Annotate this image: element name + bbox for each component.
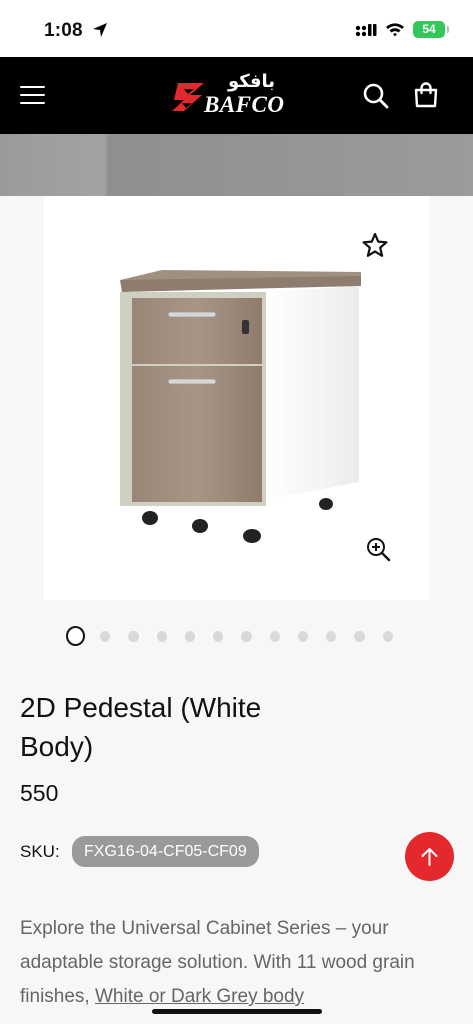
- carousel-dot[interactable]: [99, 630, 111, 642]
- wifi-icon: [386, 23, 404, 37]
- status-bar: 1:08 54: [0, 0, 473, 57]
- bafco-logo[interactable]: بافكو BAFCO: [170, 71, 300, 123]
- site-header: بافكو BAFCO: [0, 57, 473, 134]
- zoom-in-icon[interactable]: [365, 536, 391, 562]
- product-image-gallery[interactable]: [44, 196, 429, 600]
- carousel-dot[interactable]: [66, 626, 85, 646]
- carousel-dot[interactable]: [213, 630, 224, 642]
- logo-text: BAFCO: [204, 92, 285, 117]
- location-arrow-icon: [93, 23, 107, 37]
- battery-level: 54: [422, 22, 436, 36]
- carousel-dot[interactable]: [128, 630, 139, 642]
- sku-value-badge: FXG16-04-CF05-CF09: [72, 836, 259, 867]
- carousel-dot[interactable]: [354, 630, 365, 642]
- sku-label: SKU:: [20, 842, 60, 861]
- cellular-signal-icon: [355, 23, 377, 36]
- arrow-up-icon: [421, 848, 438, 866]
- product-description: Explore the Universal Cabinet Series – y…: [20, 912, 460, 1014]
- battery-icon: 54: [413, 21, 449, 38]
- wishlist-star-icon[interactable]: [362, 232, 388, 258]
- carousel-dot[interactable]: [326, 630, 337, 642]
- banner-image-strip: [0, 134, 473, 196]
- image-carousel-dots: [66, 626, 411, 646]
- carousel-dot[interactable]: [269, 630, 280, 642]
- shopping-bag-icon[interactable]: [413, 81, 439, 109]
- scroll-to-top-button[interactable]: [405, 832, 454, 881]
- product-price: 550: [20, 780, 59, 806]
- menu-button[interactable]: [20, 84, 46, 106]
- logo-arabic-text: بافكو: [228, 71, 276, 92]
- status-icons: 54: [355, 21, 449, 38]
- carousel-dot[interactable]: [297, 630, 309, 642]
- bafco-logo-mark-icon: [172, 83, 204, 111]
- status-time: 1:08: [44, 20, 83, 41]
- carousel-dot[interactable]: [241, 630, 252, 642]
- search-icon[interactable]: [362, 82, 390, 110]
- carousel-dot[interactable]: [184, 630, 196, 642]
- home-indicator: [152, 1009, 322, 1014]
- carousel-dot[interactable]: [156, 630, 167, 642]
- carousel-dot[interactable]: [382, 630, 394, 642]
- product-image: [120, 270, 361, 543]
- description-link[interactable]: White or Dark Grey body: [95, 986, 304, 1007]
- product-title: 2D Pedestal (White Body): [20, 692, 262, 762]
